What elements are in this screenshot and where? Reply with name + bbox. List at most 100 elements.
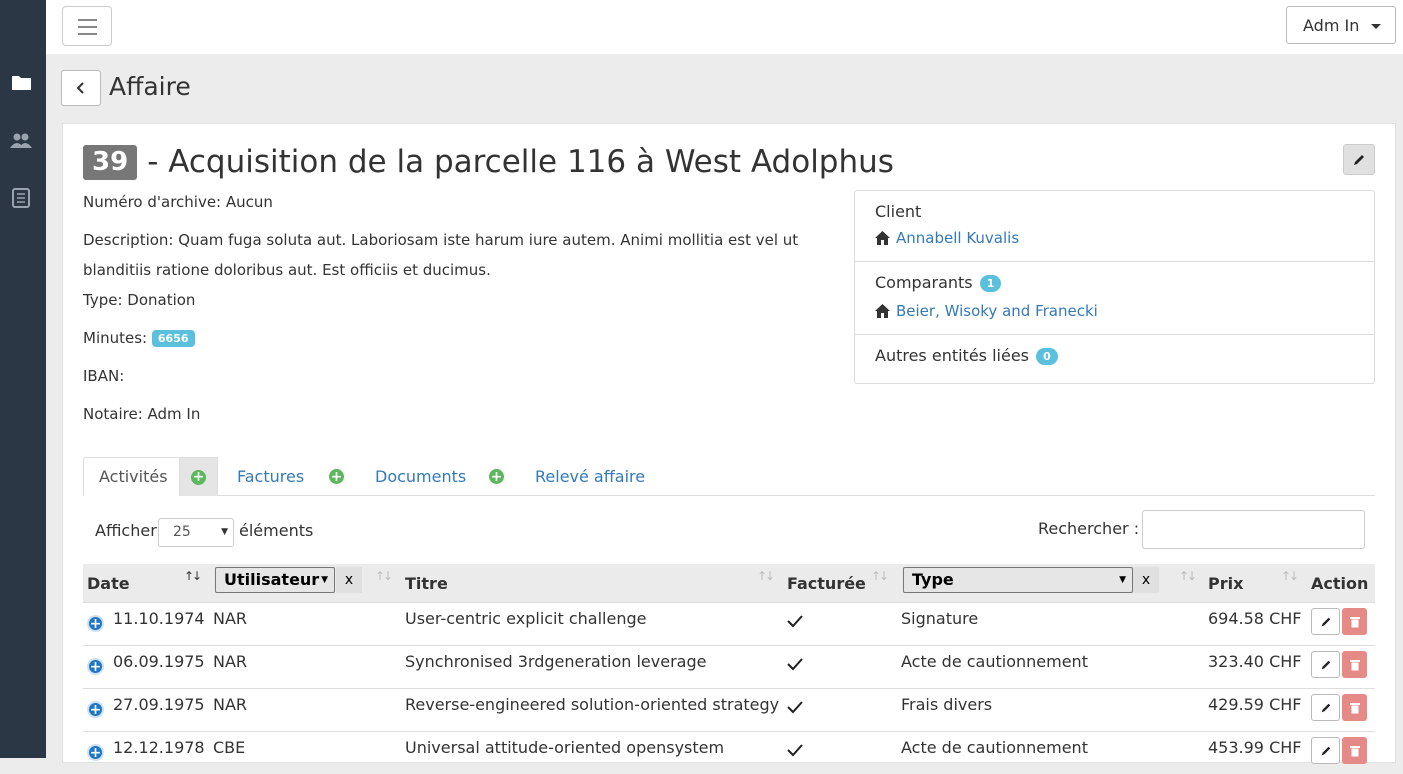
hamburger-icon <box>78 19 97 21</box>
type-filter-select[interactable]: Type ▼ <box>903 567 1133 593</box>
table-row[interactable]: +27.09.1975 NAR Reverse-engineered solutio… <box>83 688 1375 731</box>
archive-number: Numéro d'archive: Aucun <box>83 193 273 211</box>
cell-type: Acte de cautionnement <box>901 652 1088 671</box>
delete-row-button[interactable] <box>1342 608 1367 635</box>
expand-row-icon[interactable]: + <box>87 615 104 632</box>
page-length-select[interactable]: 25 ▼ <box>158 518 234 547</box>
description-line-1: Description: Quam fuga soluta aut. Labor… <box>83 231 799 249</box>
cell-price: 323.40 CHF <box>1208 652 1302 671</box>
sort-icon[interactable]: ↑↓ <box>757 569 775 583</box>
edit-row-button[interactable] <box>1311 694 1340 721</box>
tab-activites-label: Activités <box>99 467 168 486</box>
cell-user: NAR <box>213 652 248 671</box>
expand-row-icon[interactable]: + <box>87 701 104 718</box>
edit-affaire-button[interactable] <box>1343 144 1375 175</box>
notaire: Notaire: Adm In <box>83 405 201 423</box>
pencil-icon <box>1321 617 1330 626</box>
affaire-card: 39 - Acquisition de la parcelle 116 à We… <box>62 123 1396 764</box>
edit-row-button[interactable] <box>1311 737 1340 764</box>
folder-icon[interactable] <box>10 71 32 93</box>
pencil-icon <box>1321 746 1330 755</box>
autres-section: Autres entités liées 0 <box>855 335 1374 383</box>
select-arrow-icon: ▼ <box>1119 575 1126 585</box>
autres-title: Autres entités liées 0 <box>875 346 1058 365</box>
col-facturee-label: Facturée <box>787 573 866 593</box>
user-menu-dropdown[interactable]: Adm In <box>1286 6 1396 44</box>
search-input[interactable] <box>1142 510 1365 549</box>
plus-circle-icon: + <box>329 468 344 485</box>
delete-row-button[interactable] <box>1342 651 1367 678</box>
expand-row-icon[interactable]: + <box>87 658 104 675</box>
add-activite-button[interactable]: + <box>179 457 218 496</box>
chevron-left-icon <box>76 82 84 94</box>
col-facturee[interactable]: Facturée <box>787 564 866 602</box>
iban: IBAN: <box>83 367 125 385</box>
tab-activites[interactable]: Activités <box>83 457 184 496</box>
trash-icon <box>1349 745 1360 756</box>
sort-icon[interactable]: ↑↓ <box>871 569 889 583</box>
check-icon <box>787 744 803 757</box>
users-icon[interactable] <box>10 129 32 151</box>
show-label: Afficher <box>95 521 157 540</box>
minutes-label: Minutes: <box>83 329 148 347</box>
sort-icon[interactable]: ↑↓ <box>375 569 393 583</box>
expand-row-icon[interactable]: + <box>87 744 104 761</box>
table-row[interactable]: +06.09.1975 NAR Synchronised 3rdgeneration… <box>83 645 1375 688</box>
caret-down-icon <box>1371 24 1381 29</box>
book-icon[interactable] <box>10 187 32 209</box>
user-filter-select[interactable]: Utilisateur ▼ <box>215 567 335 593</box>
clear-label: x <box>344 572 354 588</box>
clear-label: x <box>1141 572 1151 588</box>
back-button[interactable] <box>61 70 101 106</box>
edit-row-button[interactable] <box>1311 651 1340 678</box>
cell-price: 453.99 CHF <box>1208 738 1302 757</box>
add-document-button[interactable]: + <box>477 457 516 496</box>
user-name: Adm In <box>1303 15 1360 35</box>
trash-icon <box>1349 702 1360 713</box>
plus-circle-icon: + <box>191 469 206 485</box>
sort-icon[interactable]: ↑↓ <box>1179 569 1197 583</box>
cell-date: 06.09.1975 <box>113 652 205 671</box>
edit-row-button[interactable] <box>1311 608 1340 635</box>
client-link[interactable]: Annabell Kuvalis <box>875 229 1019 247</box>
tab-factures[interactable]: Factures <box>237 457 304 496</box>
comparant-link[interactable]: Beier, Wisoky and Franecki <box>875 302 1098 320</box>
affaire-id-badge: 39 <box>83 144 138 180</box>
col-prix[interactable]: Prix <box>1208 564 1243 602</box>
menu-toggle-button[interactable] <box>62 6 112 46</box>
col-action-label: Action <box>1311 573 1369 593</box>
col-titre[interactable]: Titre <box>405 564 448 602</box>
delete-row-button[interactable] <box>1342 737 1367 764</box>
trash-icon <box>1349 616 1360 627</box>
check-icon <box>787 701 803 714</box>
type-filter-value: Type <box>912 570 954 589</box>
col-date[interactable]: Date <box>87 564 130 602</box>
user-filter-clear-button[interactable]: x <box>336 567 362 593</box>
table-row[interactable]: +12.12.1978 CBE Universal attitude-oriente… <box>83 731 1375 774</box>
pencil-icon <box>1354 154 1364 165</box>
comparants-count-badge: 1 <box>979 275 1002 292</box>
hamburger-line <box>78 26 97 28</box>
sort-asc-icon[interactable]: ↑↓ <box>184 569 202 583</box>
affaire-heading: 39 - Acquisition de la parcelle 116 à We… <box>83 144 894 180</box>
cell-type: Frais divers <box>901 695 993 714</box>
autres-count-badge: 0 <box>1036 348 1058 365</box>
comparants-section: Comparants 1 Beier, Wisoky and Franecki <box>855 262 1374 335</box>
col-prix-label: Prix <box>1208 573 1244 593</box>
affaire-type: Type: Donation <box>83 291 196 309</box>
table-row[interactable]: +11.10.1974 NAR User-centric explicit chal… <box>83 602 1375 645</box>
add-facture-button[interactable]: + <box>317 457 356 496</box>
delete-row-button[interactable] <box>1342 694 1367 721</box>
cell-title: Synchronised 3rdgeneration leverage <box>405 652 707 671</box>
check-icon <box>787 615 803 628</box>
page-title: Affaire <box>109 72 191 101</box>
select-arrow-icon: ▼ <box>221 527 228 537</box>
home-icon <box>875 304 890 318</box>
type-filter-clear-button[interactable]: x <box>1133 567 1159 593</box>
comparants-label: Comparants <box>875 273 973 292</box>
tab-releve-affaire[interactable]: Relevé affaire <box>535 457 645 496</box>
affaire-title: - Acquisition de la parcelle 116 à West … <box>147 144 894 180</box>
tab-releve-label: Relevé affaire <box>535 467 646 486</box>
tab-documents[interactable]: Documents <box>375 457 466 496</box>
sort-icon[interactable]: ↑↓ <box>1281 569 1299 583</box>
